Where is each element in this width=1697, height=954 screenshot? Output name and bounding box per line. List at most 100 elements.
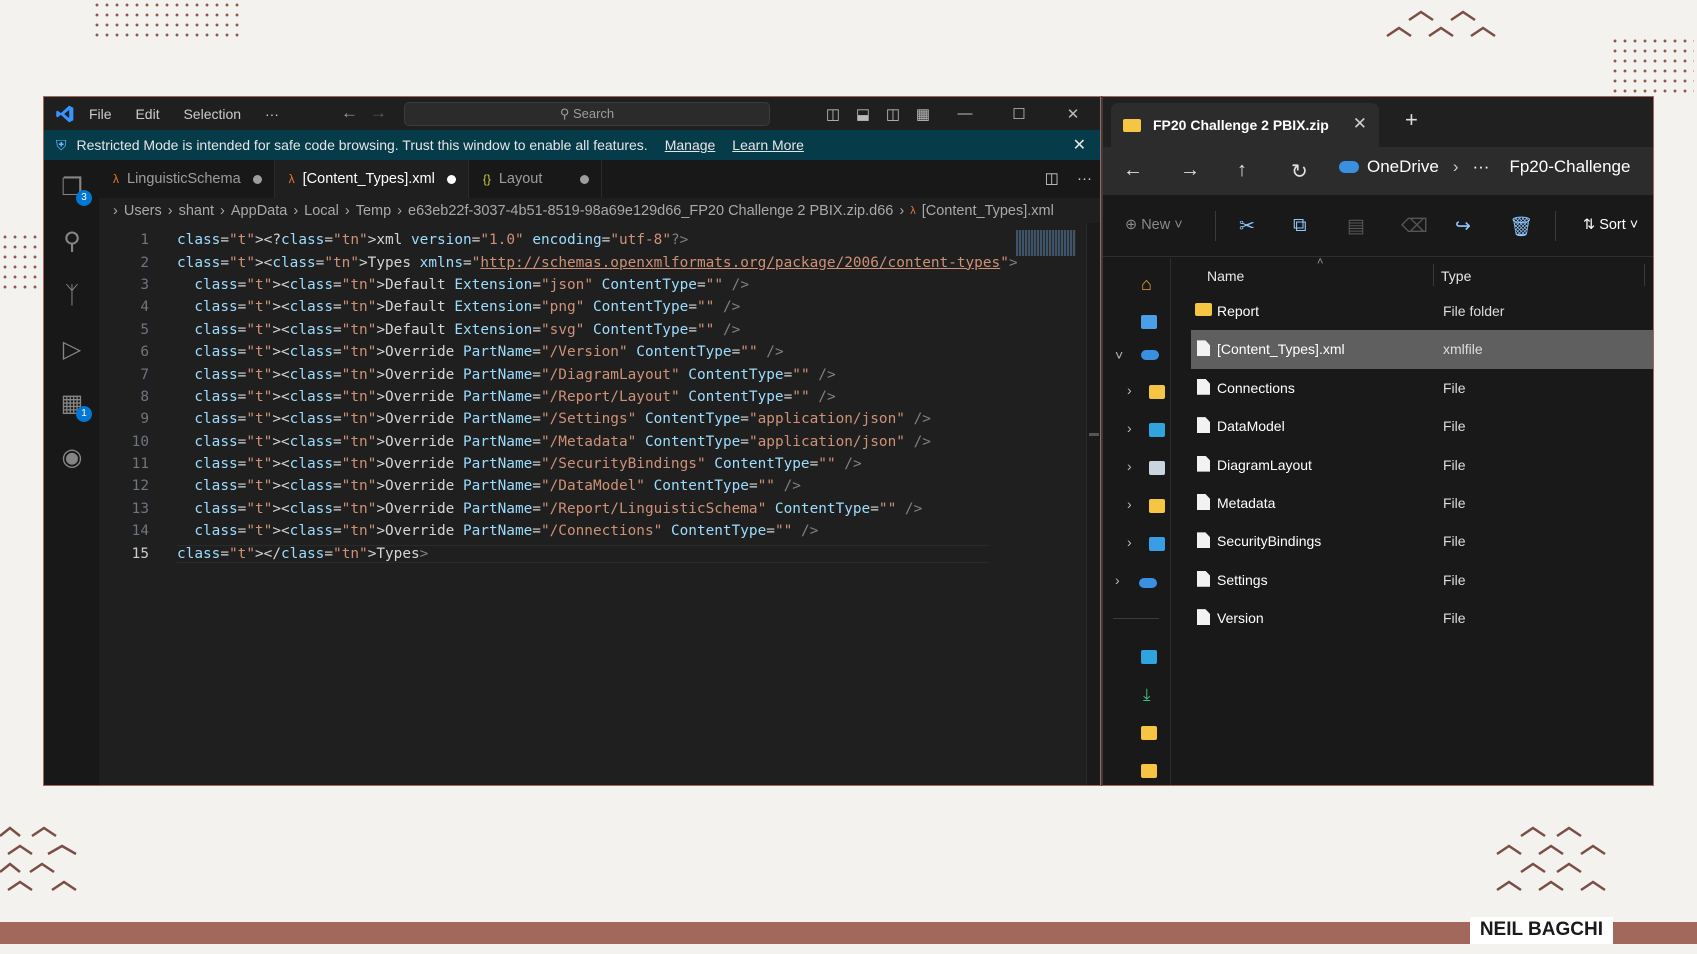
column-divider[interactable] (1644, 264, 1645, 286)
up-arrow-icon[interactable]: ↑ (1237, 159, 1247, 182)
toggle-panel-icon[interactable]: ⬓ (848, 105, 878, 123)
code-line[interactable]: 14 class="t"><class="tn">Override PartNa… (99, 520, 1100, 542)
folder-icon[interactable] (1149, 385, 1165, 399)
code-line[interactable]: 1 class="t"><?class="tn">xml version="1.0… (99, 229, 1100, 251)
maximize-icon[interactable]: ☐ (992, 105, 1046, 123)
desktop-icon[interactable] (1141, 650, 1157, 664)
unsaved-dot-icon[interactable] (252, 174, 262, 184)
chevron-down-icon[interactable]: ˅ (1115, 347, 1123, 363)
code-line[interactable]: 8 class="t"><class="tn">Override PartNam… (99, 386, 1100, 408)
breadcrumb-item[interactable]: Temp (356, 203, 391, 219)
split-editor-icon[interactable]: ◫ (1045, 170, 1059, 187)
editor-scrollbar[interactable] (1086, 223, 1100, 785)
breadcrumb-item[interactable]: [Content_Types].xml (922, 203, 1054, 219)
code-line[interactable]: 2 class="t"><class="tn">Types xmlns="http… (99, 251, 1100, 273)
gallery-icon[interactable] (1141, 315, 1157, 329)
download-icon[interactable]: ⤓ (1143, 685, 1151, 705)
breadcrumb-item[interactable]: Users (124, 203, 162, 219)
refresh-icon[interactable]: ↻ (1291, 159, 1308, 184)
minimize-icon[interactable]: — (938, 105, 992, 122)
explorer-tab[interactable]: FP20 Challenge 2 PBIX.zip ✕ (1111, 103, 1379, 147)
column-type[interactable]: Type (1441, 268, 1471, 284)
forward-arrow-icon[interactable]: → (370, 103, 387, 123)
tab-layout[interactable]: {} Layout (469, 160, 603, 198)
breadcrumb-item[interactable]: e63eb22f-3037-4b51-8519-98a69e129d66_FP2… (408, 203, 893, 219)
path-item[interactable]: OneDrive (1367, 157, 1439, 177)
unsaved-dot-icon[interactable] (580, 174, 590, 184)
back-arrow-icon[interactable]: ← (1123, 159, 1143, 182)
code-line[interactable]: 5 class="t"><class="tn">Default Extensio… (99, 319, 1100, 341)
documents-icon[interactable] (1149, 461, 1165, 475)
file-row[interactable]: DiagramLayout File (1171, 446, 1653, 484)
paste-icon[interactable]: ▤ (1347, 215, 1365, 238)
chevron-right-icon[interactable]: › (1115, 572, 1120, 588)
new-button[interactable]: ⊕ New ˅ (1125, 217, 1183, 233)
code-line[interactable]: 15 class="t"></class="tn">Types> (99, 542, 1100, 564)
chevron-right-icon[interactable]: › (1127, 458, 1132, 474)
github-icon[interactable]: ◉ (56, 442, 88, 474)
file-row[interactable]: Metadata File (1171, 484, 1653, 522)
code-line[interactable]: 9 class="t"><class="tn">Override PartNam… (99, 408, 1100, 430)
cut-icon[interactable]: ✂ (1239, 215, 1255, 238)
chevron-right-icon[interactable]: › (1127, 420, 1132, 436)
breadcrumb-item[interactable]: Local (304, 203, 339, 219)
sort-button[interactable]: ⇅ Sort ˅ (1583, 217, 1638, 233)
delete-icon[interactable]: 🗑 (1509, 215, 1533, 239)
menu-edit[interactable]: Edit (135, 106, 159, 122)
path-item[interactable]: Fp20-Challenge (1509, 157, 1630, 177)
close-window-icon[interactable]: ✕ (1046, 105, 1100, 123)
rename-icon[interactable]: ⌫ (1401, 215, 1428, 238)
explorer-files-icon[interactable]: ❐ 3 (56, 172, 92, 206)
code-editor[interactable]: 1 class="t"><?class="tn">xml version="1.0… (99, 229, 1100, 785)
toggle-secondary-sidebar-icon[interactable]: ◫ (878, 105, 908, 123)
minimap[interactable] (1016, 230, 1076, 256)
column-divider[interactable] (1433, 264, 1434, 286)
manage-link[interactable]: Manage (665, 137, 716, 153)
customize-layout-icon[interactable]: ▦ (908, 105, 938, 123)
code-line[interactable]: 6 class="t"><class="tn">Override PartNam… (99, 341, 1100, 363)
chevron-right-icon[interactable]: › (1127, 382, 1132, 398)
chevron-right-icon[interactable]: › (1127, 496, 1132, 512)
code-line[interactable]: 7 class="t"><class="tn">Override PartNam… (99, 363, 1100, 385)
code-line[interactable]: 12 class="t"><class="tn">Override PartNa… (99, 475, 1100, 497)
column-name[interactable]: Name (1207, 268, 1244, 284)
folder-icon[interactable] (1141, 764, 1157, 778)
code-line[interactable]: 4 class="t"><class="tn">Default Extensio… (99, 296, 1100, 318)
address-bar[interactable]: OneDrive › ··· Fp20-Challenge (1339, 157, 1630, 177)
menu-more[interactable]: ··· (265, 106, 279, 122)
scroll-thumb[interactable] (1089, 433, 1099, 436)
toggle-sidebar-icon[interactable]: ◫ (818, 105, 848, 123)
close-tab-icon[interactable]: ✕ (1353, 114, 1367, 134)
tab-content-types[interactable]: λ [Content_Types].xml (274, 160, 469, 198)
back-arrow-icon[interactable]: ← (341, 103, 358, 123)
new-tab-icon[interactable]: + (1405, 107, 1418, 133)
file-row[interactable]: DataModel File (1171, 407, 1653, 445)
copy-icon[interactable]: ⧉ (1293, 215, 1307, 237)
unsaved-dot-icon[interactable] (446, 174, 456, 184)
learn-more-link[interactable]: Learn More (732, 137, 804, 153)
desktop-icon[interactable] (1149, 423, 1165, 437)
code-line[interactable]: 10 class="t"><class="tn">Override PartNa… (99, 431, 1100, 453)
forward-arrow-icon[interactable]: → (1180, 159, 1200, 182)
file-row[interactable]: SecurityBindings File (1171, 522, 1653, 560)
close-banner-icon[interactable]: ✕ (1073, 135, 1086, 155)
breadcrumb-item[interactable]: shant (179, 203, 214, 219)
source-control-icon[interactable]: ᛉ (56, 280, 88, 312)
onedrive-cloud-icon[interactable] (1141, 350, 1159, 360)
file-row[interactable]: Settings File (1171, 561, 1653, 599)
run-debug-icon[interactable]: ▷ (56, 334, 88, 366)
file-row[interactable]: [Content_Types].xml xmlfile (1191, 330, 1653, 369)
path-more[interactable]: ··· (1472, 157, 1489, 177)
extensions-icon[interactable]: ▦ 1 (56, 388, 92, 422)
folder-icon[interactable] (1149, 499, 1165, 513)
breadcrumb-item[interactable]: AppData (231, 203, 287, 219)
menu-file[interactable]: File (89, 106, 112, 122)
menu-selection[interactable]: Selection (183, 106, 241, 122)
file-row[interactable]: Version File (1171, 599, 1653, 637)
home-icon[interactable]: ⌂ (1141, 274, 1152, 295)
code-line[interactable]: 13 class="t"><class="tn">Override PartNa… (99, 498, 1100, 520)
share-icon[interactable]: ↪ (1455, 215, 1471, 238)
file-row[interactable]: Report File folder (1171, 292, 1653, 330)
file-row[interactable]: Connections File (1171, 369, 1653, 407)
onedrive-cloud-icon[interactable] (1139, 578, 1157, 588)
